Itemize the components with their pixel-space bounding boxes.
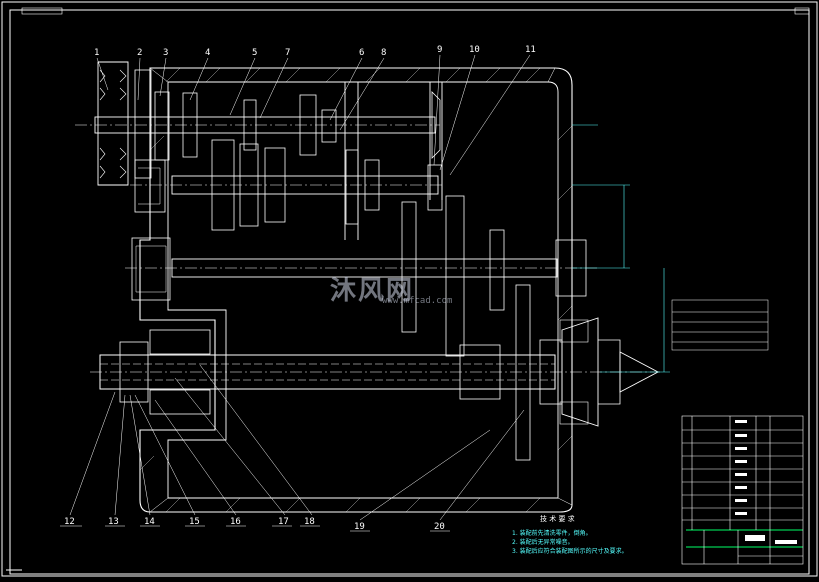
- gear: [345, 149, 359, 225]
- dimension-lines: [572, 124, 670, 373]
- part-number-label: 6: [359, 48, 365, 58]
- input-shaft: [75, 61, 443, 211]
- partition-walls: [344, 82, 443, 240]
- part-number-label: 16: [230, 517, 241, 527]
- part-number-label: 13: [108, 517, 119, 527]
- part-number-label: 5: [252, 48, 258, 58]
- technical-requirement-line: 1. 装配前先清洗零件，倒角。: [512, 530, 592, 537]
- cad-drawing: 1 2 3 4 5 7 6 8 9 10 11 12 13 14 15 16 1…: [0, 0, 819, 578]
- frame-tab: [21, 7, 63, 15]
- part-number-label: 3: [163, 48, 169, 58]
- gear: [401, 201, 417, 333]
- part-number-label: 20: [434, 522, 445, 532]
- part-number-label: 15: [189, 517, 200, 527]
- gear: [489, 229, 505, 311]
- part-number-label: 14: [144, 517, 155, 527]
- technical-requirement-line: 2. 装配后无异常噪音。: [512, 539, 574, 546]
- green-accents: [686, 529, 803, 548]
- frame-corner-mark: [794, 7, 810, 15]
- part-number-label: 2: [137, 48, 143, 58]
- v-belt-pulley: [97, 61, 129, 186]
- part-number-label: 19: [354, 522, 365, 532]
- part-number-label: 18: [304, 517, 315, 527]
- technical-requirement-line: 3. 装配后应符合装配图所示的尺寸及要求。: [512, 548, 628, 555]
- technical-requirements-title: 技 术 要 求: [540, 515, 575, 523]
- part-number-label: 12: [64, 517, 75, 527]
- shaft-two: [130, 139, 445, 231]
- leader-lines: [60, 54, 531, 532]
- main-spindle: [90, 284, 660, 461]
- part-number-label: 9: [437, 45, 443, 55]
- part-number-label: 10: [469, 45, 480, 55]
- watermark-url: www.mfcad.com: [382, 296, 453, 306]
- part-number-label: 1: [94, 48, 100, 58]
- part-number-label: 4: [205, 48, 211, 58]
- part-number-label: 11: [525, 45, 536, 55]
- part-number-label: 7: [285, 48, 291, 58]
- part-number-label: 8: [381, 48, 387, 58]
- bearing: [149, 329, 211, 355]
- gear: [515, 284, 531, 461]
- part-number-label: 17: [278, 517, 289, 527]
- gear: [445, 195, 465, 357]
- parameter-table: [671, 299, 769, 351]
